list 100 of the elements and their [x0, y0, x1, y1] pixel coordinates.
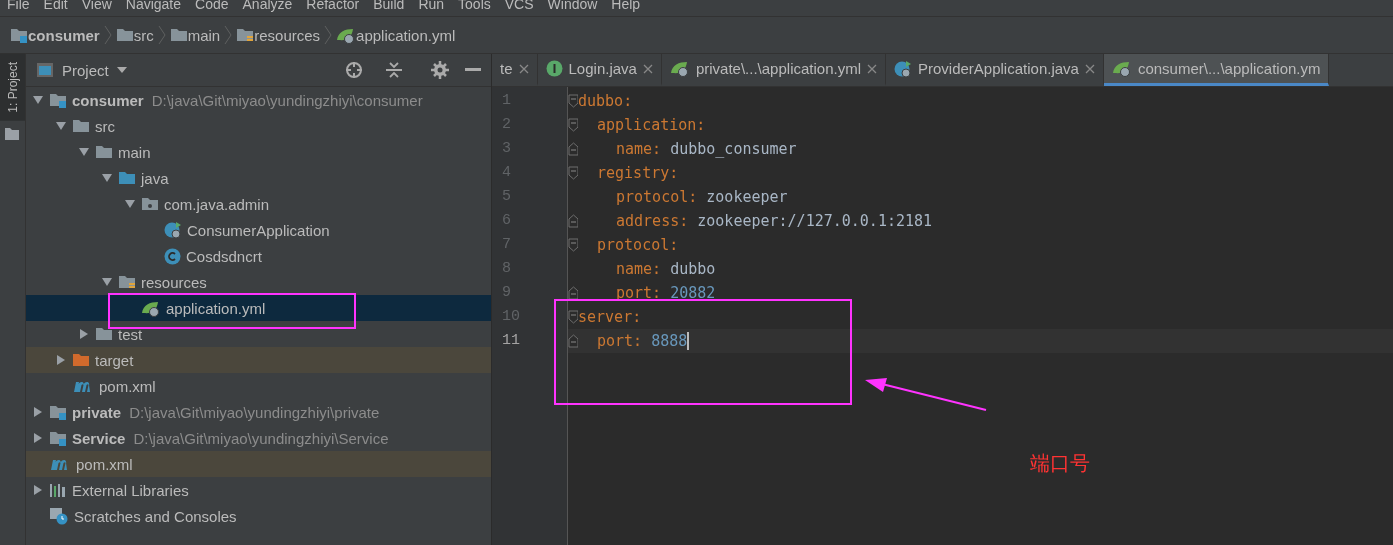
scratches-icon: [49, 507, 69, 525]
expand-arrow-icon[interactable]: [78, 146, 90, 158]
tool-window-tab[interactable]: 1: Project: [0, 54, 25, 121]
fold-marker-icon[interactable]: [568, 334, 578, 348]
libraries-icon: [49, 482, 67, 498]
resources-folder-icon: [236, 27, 255, 43]
spring-leaf-icon: [141, 299, 161, 317]
interface-icon: [545, 60, 563, 77]
module-folder-icon: [49, 404, 67, 420]
expand-arrow-icon[interactable]: [101, 276, 113, 288]
folder-icon: [115, 27, 134, 43]
tree-item[interactable]: pom.xml: [26, 451, 491, 477]
tree-item[interactable]: consumer D:\java\Git\miyao\yundingzhiyi\consumer: [26, 87, 491, 113]
menu-item[interactable]: VCS: [497, 0, 541, 11]
resources-folder-icon: [118, 274, 136, 290]
line-number: 11: [501, 331, 521, 351]
breadcrumb-item[interactable]: resources: [254, 26, 321, 44]
tree-item[interactable]: resources: [26, 269, 491, 295]
locate-target-icon[interactable]: [345, 61, 363, 79]
module-folder-icon: [10, 27, 28, 43]
settings-icon[interactable]: [431, 61, 449, 79]
spring-leaf-icon: [1111, 60, 1132, 77]
project-window-icon: [36, 62, 54, 78]
expand-arrow-icon[interactable]: [101, 172, 113, 184]
close-icon[interactable]: [1084, 63, 1095, 74]
collapse-all-icon[interactable]: [385, 61, 403, 79]
chevron-icon: [157, 25, 166, 45]
chevron-icon: [224, 25, 233, 45]
code-line: protocol:: [596, 236, 679, 254]
module-path: D:\java\Git\miyao\yundingzhiyi\Service: [133, 429, 389, 447]
expand-arrow-icon[interactable]: [124, 198, 136, 210]
breadcrumb-item[interactable]: application.yml: [356, 26, 456, 44]
code-line: dubbo:: [578, 92, 633, 110]
fold-marker-icon[interactable]: [568, 118, 578, 132]
annotation-text: 端口号: [1030, 450, 1090, 477]
fold-marker-icon[interactable]: [568, 94, 578, 108]
code-line: registry:: [596, 164, 679, 182]
tree-item[interactable]: src: [26, 113, 491, 139]
code-line: protocol: zookeeper: [615, 188, 788, 206]
folder-icon: [72, 118, 90, 134]
collapse-arrow-icon[interactable]: [32, 484, 44, 496]
fold-marker-icon[interactable]: [568, 286, 578, 300]
close-icon[interactable]: [642, 63, 653, 74]
fold-marker-icon[interactable]: [568, 142, 578, 156]
tree-item[interactable]: private D:\java\Git\miyao\yundingzhiyi\private: [26, 399, 491, 425]
tree-item[interactable]: Service D:\java\Git\miyao\yundingzhiyi\Service: [26, 425, 491, 451]
tree-item[interactable]: test: [26, 321, 491, 347]
fold-marker-icon[interactable]: [568, 310, 578, 324]
chevron-icon: [324, 25, 333, 45]
breadcrumb-item[interactable]: src: [133, 26, 154, 44]
spring-leaf-icon: [336, 26, 357, 44]
tree-item[interactable]: application.yml: [26, 295, 491, 321]
package-icon: [141, 196, 159, 212]
code-line: name: dubbo: [615, 260, 716, 278]
code-line: address: zookeeper://127.0.0.1:2181: [615, 212, 933, 230]
fold-marker-icon[interactable]: [568, 238, 578, 252]
tree-item[interactable]: com.java.admin: [26, 191, 491, 217]
dropdown-caret-icon[interactable]: [116, 66, 127, 74]
close-icon[interactable]: [867, 63, 877, 74]
tree-item[interactable]: target: [26, 347, 491, 373]
code-line: name: dubbo_consumer: [615, 140, 797, 158]
tree-item[interactable]: Scratches and Consoles: [26, 503, 491, 529]
folder-icon: [169, 27, 188, 43]
folder-icon: [95, 326, 113, 342]
source-folder-icon: [118, 170, 136, 186]
tree-item[interactable]: main: [26, 139, 491, 165]
tree-item[interactable]: Cosdsdncrt: [26, 243, 491, 269]
code-line: server:: [578, 308, 642, 326]
tree-item[interactable]: pom.xml: [26, 373, 491, 399]
module-folder-icon: [49, 92, 67, 108]
collapse-arrow-icon[interactable]: [32, 432, 44, 444]
spring-leaf-icon: [669, 60, 690, 77]
collapse-arrow-icon[interactable]: [55, 354, 67, 366]
folder-icon: [95, 144, 113, 160]
expand-arrow-icon[interactable]: [32, 94, 44, 106]
close-icon[interactable]: [518, 63, 529, 74]
run-class-icon: [894, 59, 912, 78]
code-line: application:: [596, 116, 706, 134]
class-icon: [164, 247, 181, 265]
collapse-arrow-icon[interactable]: [32, 406, 44, 418]
tree-item[interactable]: java: [26, 165, 491, 191]
fold-marker-icon[interactable]: [568, 166, 578, 180]
code-line: port: 20882: [615, 284, 716, 302]
editor-tab[interactable]: consumer\...\application.ym: [1103, 54, 1330, 86]
folder-icon: [72, 352, 90, 368]
module-path: D:\java\Git\miyao\yundingzhiyi\consumer: [151, 91, 423, 109]
menu-item[interactable]: Run: [411, 0, 452, 11]
folder-icon: [4, 126, 20, 141]
tree-item[interactable]: ConsumerApplication: [26, 217, 491, 243]
module-folder-icon: [49, 430, 67, 446]
code-line: port: 8888: [596, 331, 690, 351]
breadcrumb-item[interactable]: main: [187, 26, 221, 44]
minimize-icon[interactable]: [465, 68, 481, 72]
panel-title[interactable]: Project: [62, 61, 109, 79]
fold-marker-icon[interactable]: [568, 214, 578, 228]
breadcrumb-item[interactable]: consumer: [28, 26, 100, 44]
expand-arrow-icon[interactable]: [55, 120, 67, 132]
collapse-arrow-icon[interactable]: [78, 328, 90, 340]
tree-item[interactable]: External Libraries: [26, 477, 491, 503]
chevron-icon: [103, 25, 112, 45]
